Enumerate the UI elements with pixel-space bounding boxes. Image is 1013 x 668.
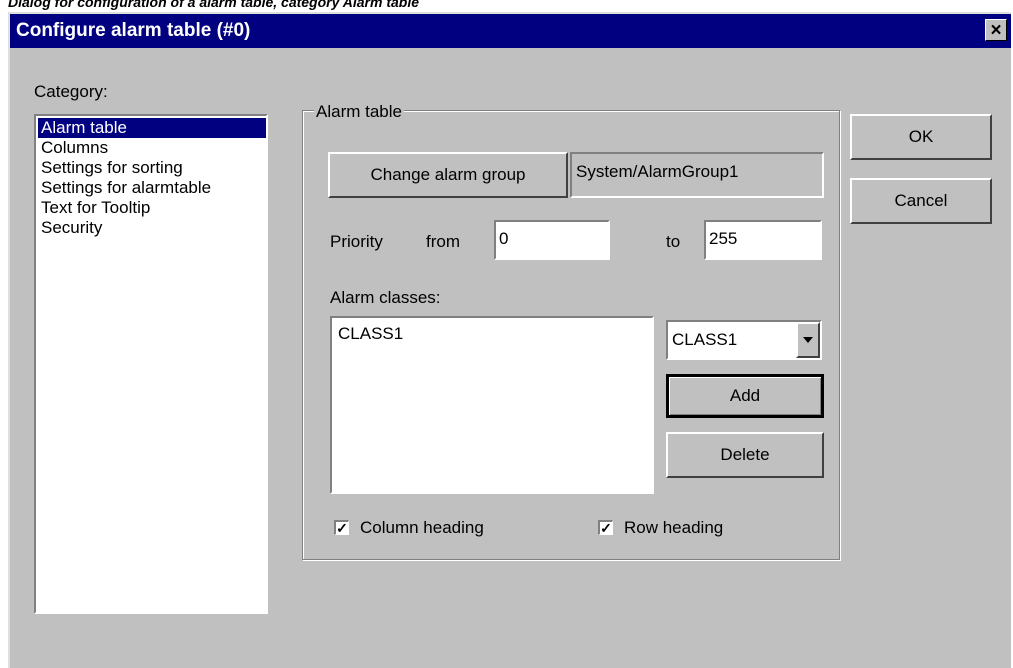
category-item-sorting[interactable]: Settings for sorting [38, 158, 266, 178]
priority-label: Priority [330, 232, 383, 251]
figure-caption: Dialog for configuration of a alarm tabl… [8, 0, 420, 10]
dropdown-arrow-button[interactable] [796, 322, 820, 358]
category-label: Category: [34, 82, 108, 101]
configure-dialog: Configure alarm table (#0) × Category: A… [8, 12, 1011, 668]
priority-from-input[interactable]: 0 [494, 220, 610, 260]
priority-to-input[interactable]: 255 [704, 220, 822, 260]
checkmark-icon: ✓ [600, 520, 612, 536]
row-heading-checkbox[interactable]: ✓ [598, 520, 613, 535]
alarm-classes-list[interactable]: CLASS1 [330, 316, 654, 494]
category-item-security[interactable]: Security [38, 218, 266, 238]
alarm-class-select-value: CLASS1 [672, 330, 738, 349]
category-item-tooltip[interactable]: Text for Tooltip [38, 198, 266, 218]
cancel-button[interactable]: Cancel [850, 178, 992, 224]
column-heading-label: Column heading [360, 518, 484, 537]
alarm-class-select[interactable]: CLASS1 [666, 320, 822, 360]
delete-button[interactable]: Delete [666, 432, 824, 478]
category-item-alarm-table[interactable]: Alarm table [38, 118, 266, 138]
close-button[interactable]: × [985, 19, 1007, 41]
add-button[interactable]: Add [666, 374, 824, 418]
alarm-classes-label: Alarm classes: [330, 288, 441, 307]
to-label: to [666, 232, 681, 251]
category-list[interactable]: Alarm table Columns Settings for sorting… [34, 114, 268, 614]
checkmark-icon: ✓ [336, 520, 348, 536]
title-bar[interactable]: Configure alarm table (#0) × [10, 14, 1011, 48]
change-alarm-group-button[interactable]: Change alarm group [328, 152, 568, 198]
window-title: Configure alarm table (#0) [16, 20, 251, 41]
alarm-group-field: System/AlarmGroup1 [570, 152, 824, 198]
groupbox-label: Alarm table [314, 102, 404, 122]
alarm-group-value: System/AlarmGroup1 [576, 162, 739, 181]
alarm-classes-list-item[interactable]: CLASS1 [338, 324, 403, 344]
column-heading-checkbox[interactable]: ✓ [334, 520, 349, 535]
ok-button[interactable]: OK [850, 114, 992, 160]
priority-to-value: 255 [709, 229, 738, 248]
priority-from-value: 0 [499, 229, 509, 248]
category-item-columns[interactable]: Columns [38, 138, 266, 158]
close-icon: × [990, 19, 1002, 41]
from-label: from [426, 232, 460, 251]
category-item-alarmtable-settings[interactable]: Settings for alarmtable [38, 178, 266, 198]
row-heading-label: Row heading [624, 518, 724, 537]
chevron-down-icon [803, 337, 813, 343]
